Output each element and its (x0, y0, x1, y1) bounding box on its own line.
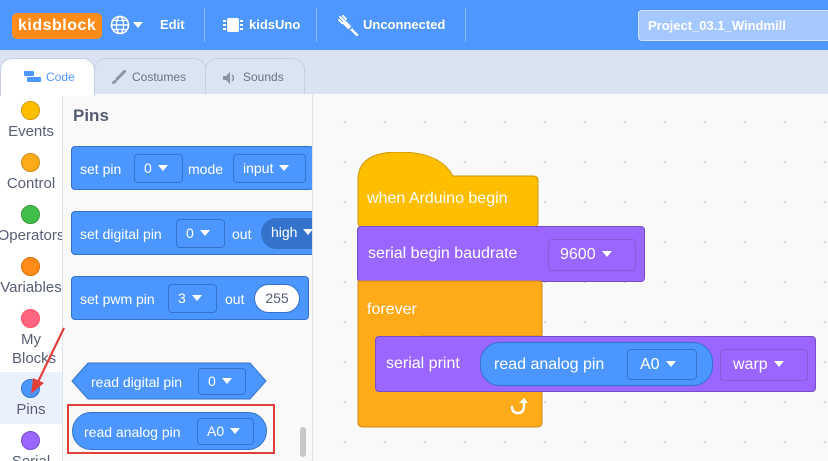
serial-print-label: serial print (386, 355, 460, 372)
analog-pin-value: A0 (640, 356, 660, 373)
tab-code-label: Code (46, 70, 75, 84)
category-menu: Events Control Operators Variables My Bl… (0, 94, 63, 461)
chevron-down-icon (279, 165, 290, 172)
category-variables[interactable]: Variables (0, 250, 62, 302)
annotation-arrow (31, 327, 65, 394)
forever-label: forever (367, 301, 417, 318)
connection-status[interactable]: Unconnected (363, 16, 445, 34)
category-operators-dot (21, 205, 40, 224)
read-digital-pin-value: 0 (208, 373, 216, 389)
script-area[interactable]: when Arduino begin serial begin baudrate… (313, 94, 828, 461)
palette-scrollbar[interactable] (300, 427, 306, 457)
mode-value: input (243, 160, 274, 176)
code-icon (24, 71, 41, 82)
hat-label: when Arduino begin (367, 190, 508, 207)
tab-sounds[interactable]: Sounds (205, 58, 305, 95)
category-pins-label: Pins (16, 401, 46, 418)
board-selector[interactable]: kidsUno (249, 16, 300, 34)
chevron-down-icon (191, 295, 202, 302)
set-pin-text: set pin (80, 161, 122, 177)
tab-sounds-label: Sounds (243, 70, 284, 84)
chevron-down-icon (157, 165, 168, 172)
chip-icon (223, 18, 243, 32)
project-name-field[interactable]: Project_03.1_Windmill (638, 10, 828, 41)
category-events[interactable]: Events (0, 94, 62, 146)
kidsblock-logo[interactable]: kidsblock (12, 13, 103, 39)
pin-dropdown[interactable]: 0 (134, 154, 183, 183)
digital-pin-value: 0 (186, 225, 194, 241)
set-digital-pin-text: set digital pin (80, 226, 162, 242)
menu-divider (204, 8, 205, 42)
category-serial[interactable]: Serial (0, 424, 62, 461)
set-digital-pin-block[interactable]: set digital pin 0 out high (71, 211, 312, 255)
baudrate-value: 9600 (560, 246, 596, 263)
baudrate-dropdown[interactable]: 9600 (548, 239, 636, 271)
category-serial-label: Serial (0, 452, 62, 461)
set-pwm-pin-block[interactable]: set pwm pin 3 out 255 (71, 276, 309, 320)
category-control-label: Control (6, 175, 56, 192)
pwm-pin-value: 3 (178, 290, 186, 306)
unplugged-icon (338, 15, 359, 36)
category-variables-dot (21, 257, 40, 276)
pwm-pin-dropdown[interactable]: 3 (168, 284, 217, 313)
read-analog-pin-reporter[interactable]: read analog pin A0 (480, 342, 713, 386)
category-control-dot (21, 153, 40, 172)
chevron-down-icon (665, 360, 676, 367)
out-text: out (225, 291, 245, 307)
analog-pin-dropdown[interactable]: A0 (627, 349, 697, 380)
out-text: out (232, 226, 252, 242)
speaker-icon (223, 72, 235, 84)
menu-divider (316, 8, 317, 42)
set-pin-block[interactable]: set pin 0 mode input (71, 146, 312, 190)
mode-dropdown[interactable]: input (233, 154, 306, 183)
category-operators-label: Operators (0, 227, 63, 244)
palette-title: Pins (73, 106, 109, 125)
print-mode-value: warp (733, 356, 768, 373)
category-control[interactable]: Control (0, 146, 62, 198)
chevron-down-icon (773, 360, 784, 367)
category-events-dot (21, 101, 40, 120)
edit-menu[interactable]: Edit (160, 16, 185, 34)
chevron-down-icon (303, 229, 312, 236)
menu-divider (465, 8, 466, 42)
mode-text: mode (188, 161, 224, 177)
digital-pin-dropdown[interactable]: 0 (176, 219, 225, 248)
serial-print-block[interactable]: serial print read analog pin A0 warp (375, 336, 816, 392)
pin-value: 0 (144, 160, 152, 176)
brush-icon (112, 70, 126, 84)
chevron-down-icon (199, 230, 210, 237)
chevron-down-icon[interactable] (133, 22, 143, 29)
chevron-down-icon (601, 250, 612, 257)
serial-begin-block[interactable]: serial begin baudrate 9600 (357, 226, 645, 282)
menu-bar: kidsblock Edit kidsUno Unconnected Proje… (0, 0, 828, 50)
set-pwm-pin-text: set pwm pin (80, 291, 155, 307)
tab-code[interactable]: Code (0, 58, 95, 96)
loop-arrow-icon (510, 398, 528, 415)
pwm-value-input[interactable]: 255 (254, 284, 300, 313)
print-mode-dropdown[interactable]: warp (720, 349, 808, 381)
category-operators[interactable]: Operators (0, 198, 62, 250)
category-events-label: Events (8, 123, 54, 140)
highlight-box (67, 404, 275, 454)
category-serial-dot (21, 431, 40, 450)
tab-costumes-label: Costumes (132, 70, 187, 84)
tab-costumes[interactable]: Costumes (94, 58, 206, 95)
serial-begin-label: serial begin baudrate (368, 245, 518, 262)
chevron-down-icon (221, 378, 232, 385)
globe-icon[interactable] (110, 15, 130, 35)
read-digital-pin-dropdown[interactable]: 0 (198, 368, 246, 395)
category-variables-label: Variables (0, 279, 62, 296)
level-value: high (271, 224, 298, 240)
reporter-label: read analog pin (494, 356, 605, 373)
level-dropdown[interactable]: high (261, 218, 312, 249)
read-digital-pin-text: read digital pin (91, 374, 183, 390)
